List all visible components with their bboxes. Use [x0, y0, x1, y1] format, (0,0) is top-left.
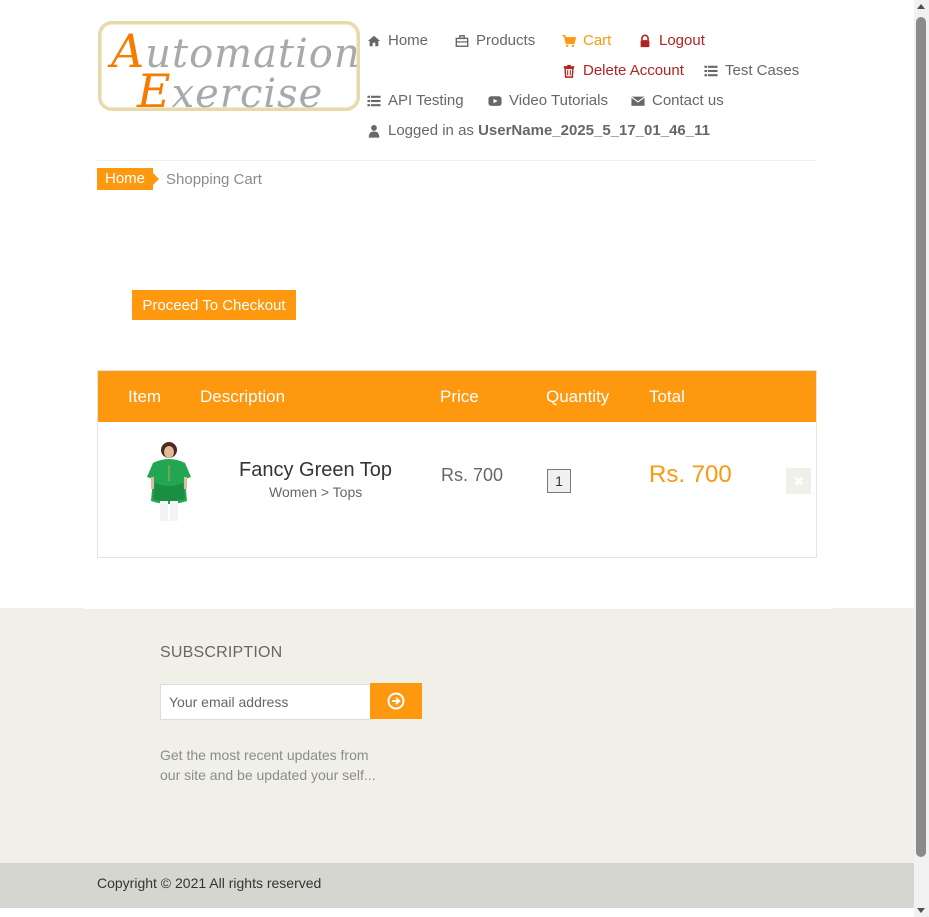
- home-icon: [367, 35, 381, 46]
- lock-icon: [640, 34, 650, 47]
- trash-icon: [563, 64, 575, 78]
- subscription-email-input[interactable]: [160, 684, 371, 720]
- nav-products[interactable]: Products: [455, 32, 535, 49]
- footer-widget: [0, 608, 914, 863]
- nav-test-cases-label: Test Cases: [725, 62, 800, 79]
- breadcrumb-home[interactable]: Home: [97, 168, 160, 190]
- nav-logout[interactable]: Logout: [638, 32, 705, 49]
- quantity-button[interactable]: 1: [547, 469, 571, 493]
- site-logo[interactable]: Automation Exercise: [98, 21, 360, 118]
- product-name-link[interactable]: Fancy Green Top: [239, 459, 392, 482]
- cart-table-header: Item Description Price Quantity Total: [98, 371, 816, 422]
- nav-home-label: Home: [388, 32, 429, 49]
- nav-products-label: Products: [476, 32, 536, 49]
- delete-item-button[interactable]: [786, 468, 811, 494]
- list-icon: [367, 95, 381, 106]
- header-total: Total: [649, 387, 685, 406]
- header-quantity: Quantity: [546, 387, 610, 406]
- product-category: Women > Tops: [269, 484, 363, 500]
- nav-api-testing[interactable]: API Testing: [367, 92, 464, 109]
- header-description: Description: [200, 387, 286, 406]
- nav-video-tutorials[interactable]: Video Tutorials: [488, 92, 608, 109]
- nav-delete-account-label: Delete Account: [583, 62, 684, 79]
- user-icon: [368, 124, 380, 138]
- nav-home[interactable]: Home: [367, 32, 428, 49]
- products-icon: [455, 34, 469, 47]
- nav-contact-us-label: Contact us: [652, 92, 724, 109]
- vertical-scrollbar[interactable]: [914, 0, 929, 917]
- logged-in-user: Logged in as UserName_2025_5_17_01_46_11: [367, 122, 710, 139]
- youtube-icon: [488, 95, 502, 106]
- cart-table: Item Description Price Quantity Total Fa…: [97, 370, 817, 558]
- nav-logout-label: Logout: [659, 32, 705, 49]
- header-item: Item: [128, 387, 162, 406]
- copyright-text: Copyright © 2021 All rights reserved: [97, 875, 322, 891]
- scroll-up-arrow-icon[interactable]: [917, 4, 925, 9]
- header-divider: [97, 160, 817, 161]
- breadcrumb-current: Shopping Cart: [166, 171, 262, 188]
- envelope-icon: [631, 96, 645, 106]
- subscription-title: SUBSCRIPTION: [160, 644, 283, 661]
- subscription-description: Get the most recent updates from our site…: [160, 747, 376, 783]
- footer-divider: [83, 607, 833, 609]
- username: UserName_2025_5_17_01_46_11: [478, 122, 710, 139]
- arrow-circle-right-icon: [387, 692, 405, 710]
- nav-contact-us[interactable]: Contact us: [631, 92, 724, 109]
- product-image[interactable]: [141, 441, 197, 523]
- nav-delete-account[interactable]: Delete Account: [562, 62, 684, 79]
- header-price: Price: [440, 387, 479, 406]
- product-total: Rs. 700: [649, 461, 732, 488]
- product-price: Rs. 700: [441, 465, 504, 485]
- proceed-to-checkout-button[interactable]: Proceed To Checkout: [132, 290, 296, 320]
- list-icon: [704, 65, 718, 76]
- subscribe-button[interactable]: [370, 683, 422, 719]
- nav-cart-label: Cart: [583, 32, 612, 49]
- nav-api-testing-label: API Testing: [388, 92, 464, 109]
- logged-in-prefix: Logged in as: [388, 122, 474, 139]
- nav-video-tutorials-label: Video Tutorials: [509, 92, 608, 109]
- scroll-thumb[interactable]: [916, 17, 926, 857]
- cart-icon: [562, 34, 576, 47]
- close-icon: [794, 476, 803, 486]
- scroll-down-arrow-icon[interactable]: [917, 908, 925, 913]
- nav-cart[interactable]: Cart: [562, 32, 611, 49]
- logo-line-2: Exercise: [137, 64, 324, 118]
- nav-test-cases[interactable]: Test Cases: [704, 62, 799, 79]
